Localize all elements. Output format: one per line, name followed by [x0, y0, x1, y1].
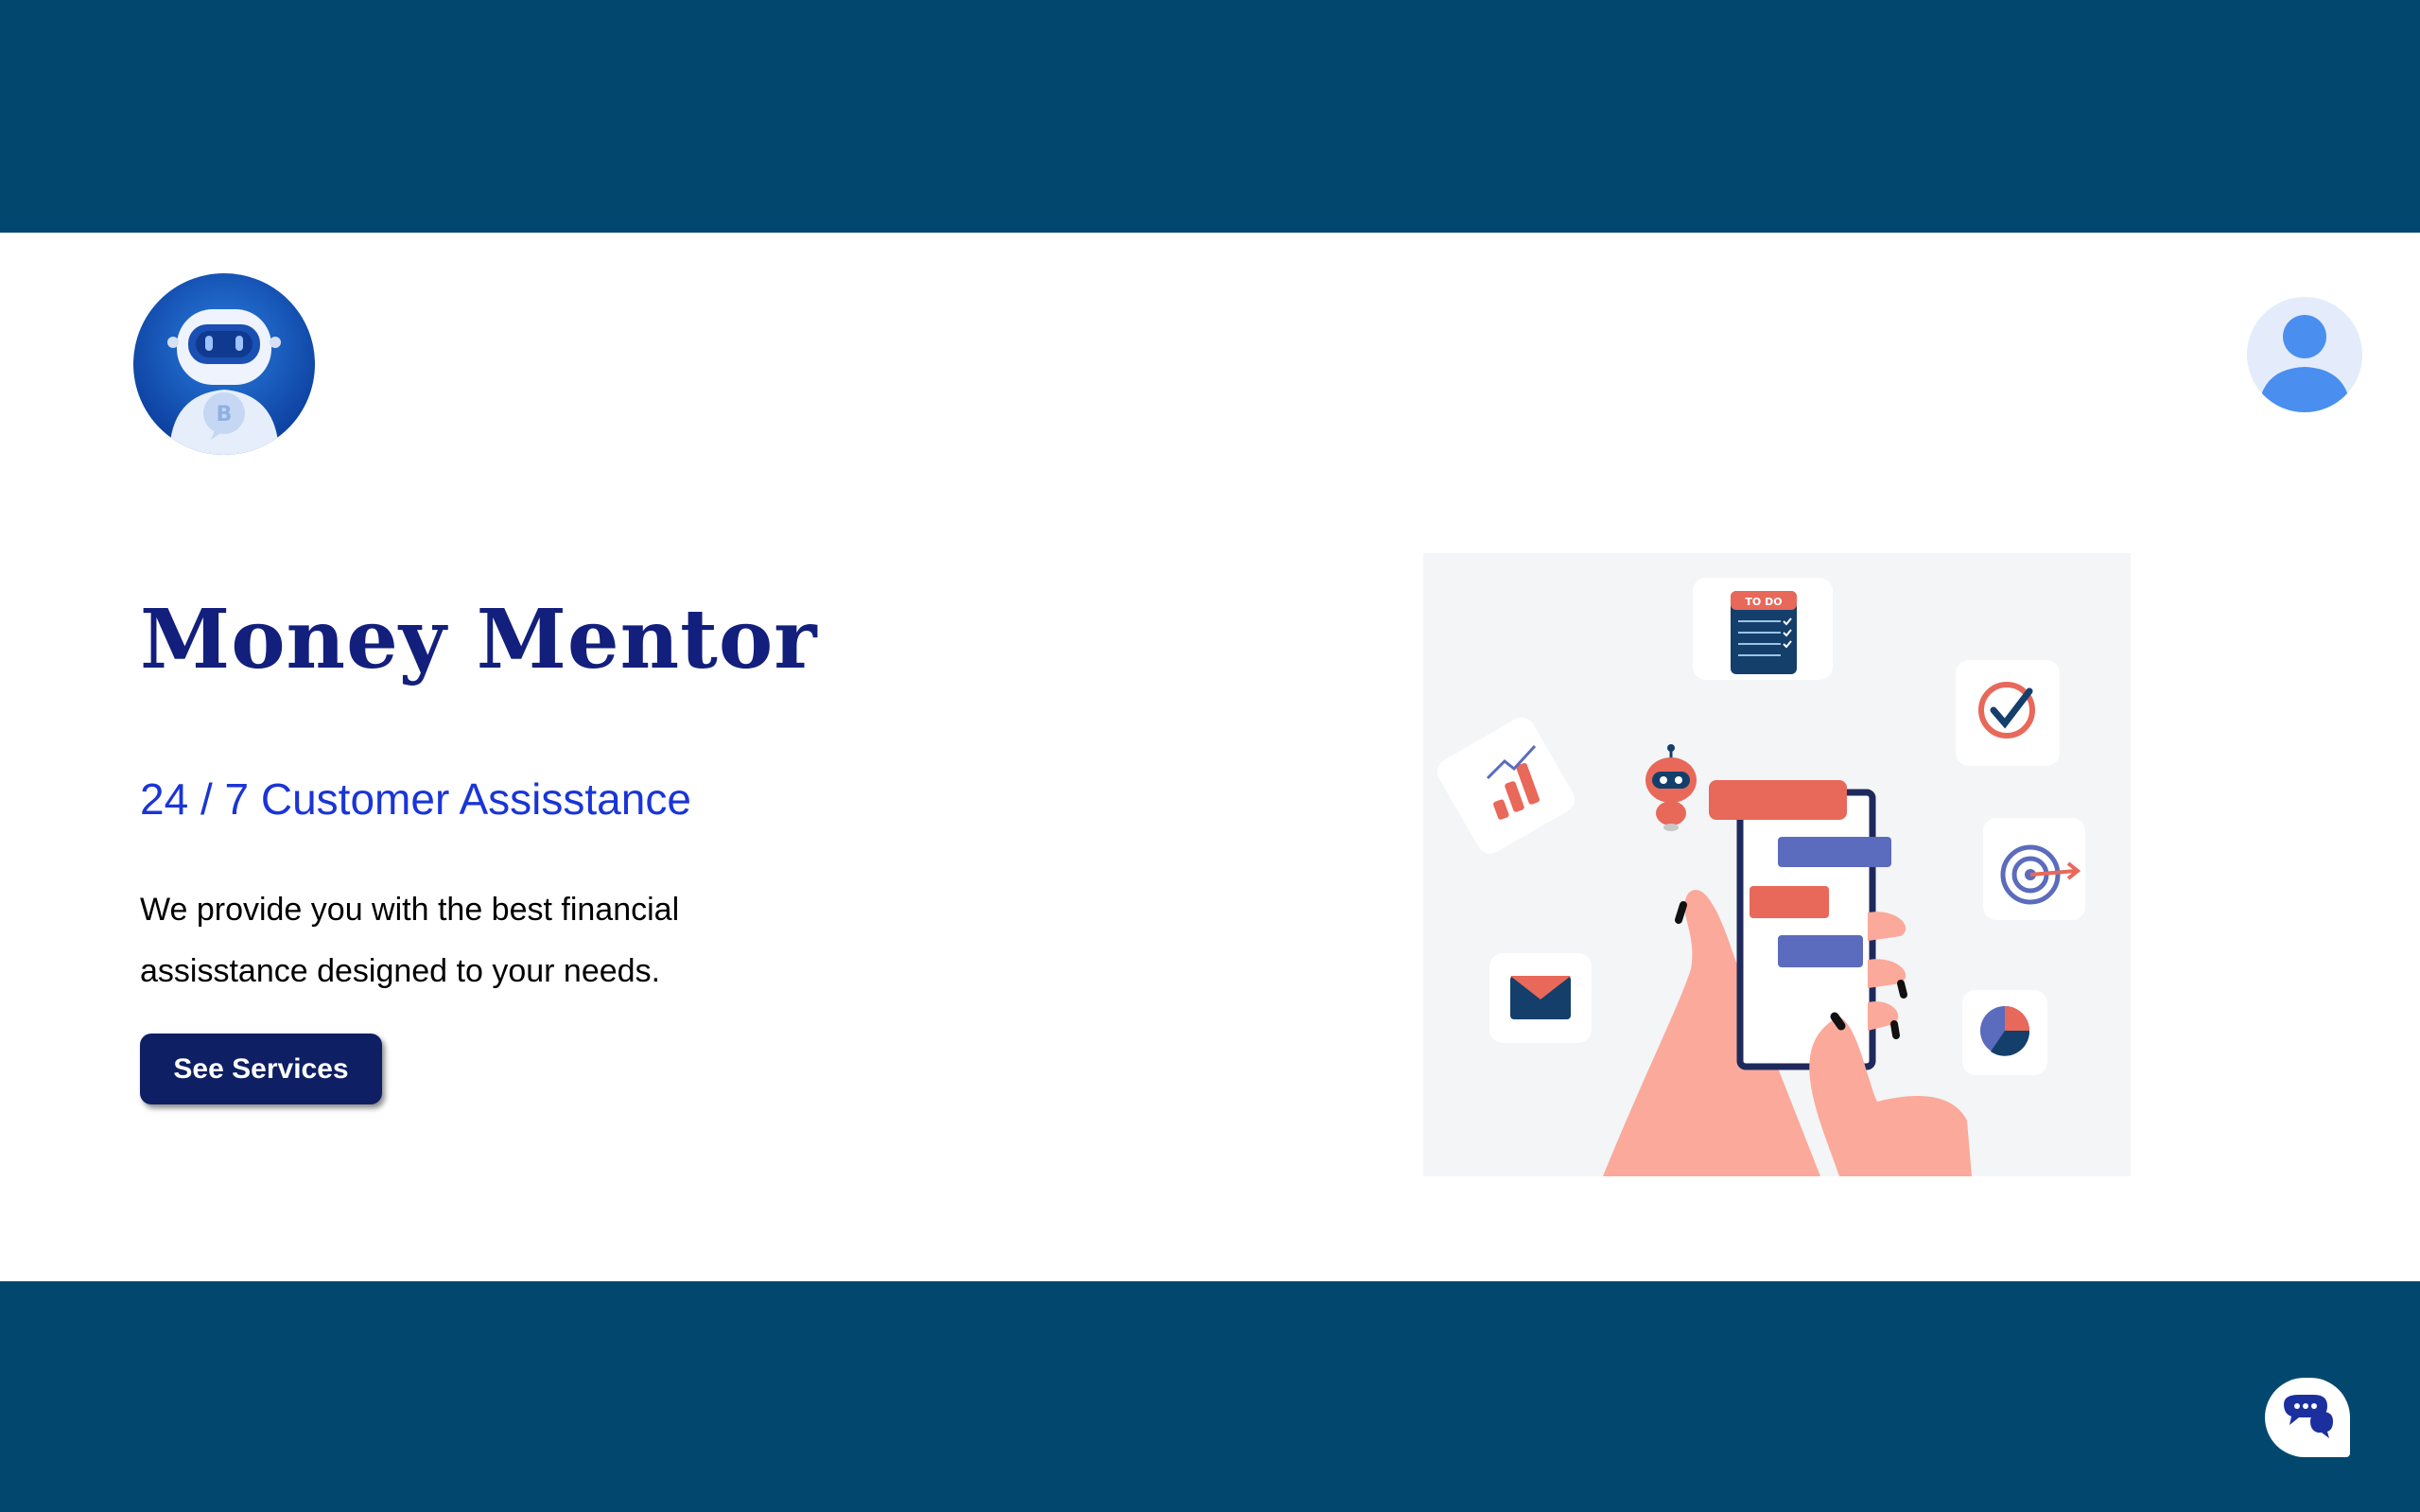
robot-assistant-icon [1645, 744, 1697, 831]
checkmark-icon [1956, 660, 2060, 766]
todo-label: TO DO [1745, 596, 1782, 608]
hand-phone-illustration [1603, 780, 1972, 1176]
robot-logo-icon[interactable]: B [131, 271, 317, 457]
hero-illustration: TO DO [1423, 553, 2131, 1176]
todo-list-icon: TO DO [1693, 578, 1833, 680]
top-band [0, 0, 2420, 233]
chat-button[interactable] [2265, 1378, 2350, 1457]
target-icon [1983, 818, 2085, 920]
pie-chart-icon [1962, 990, 2047, 1075]
see-services-button[interactable]: See Services [140, 1034, 382, 1104]
chat-bubbles-icon [2284, 1395, 2333, 1438]
mail-icon [1489, 953, 1592, 1043]
profile-avatar-button[interactable] [2247, 297, 2362, 412]
user-profile-icon [2258, 315, 2351, 412]
svg-text:B: B [217, 403, 233, 426]
bottom-band [0, 1281, 2420, 1512]
growth-chart-icon [1436, 717, 1576, 854]
page-description: We provide you with the best financial a… [140, 892, 680, 989]
page-title: Money Mentor [140, 592, 818, 687]
page-subtitle: 24 / 7 Customer Assisstance [140, 774, 691, 824]
